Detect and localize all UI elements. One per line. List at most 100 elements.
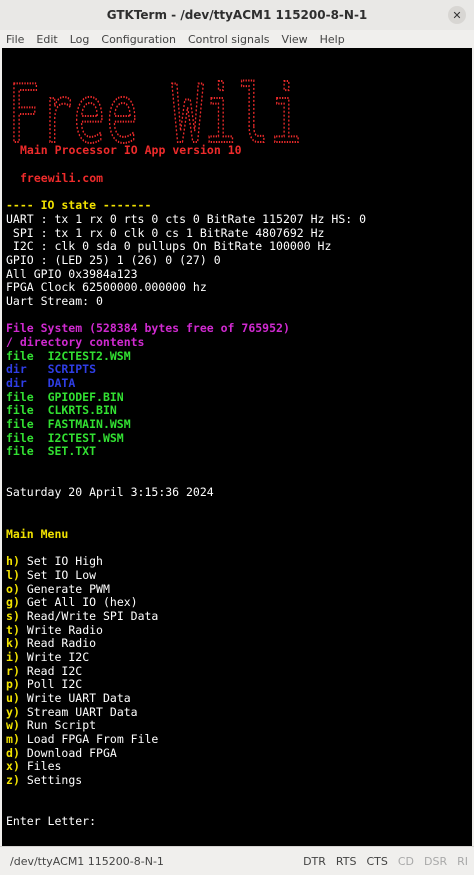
menu-label: Stream UART Data xyxy=(26,705,138,719)
menu-label: Read I2C xyxy=(26,664,83,678)
menu-label: Write UART Data xyxy=(26,691,131,705)
io-state-header: ---- IO state ------- xyxy=(6,198,152,212)
entry-kind: file xyxy=(6,444,34,458)
menu-key: u xyxy=(6,691,13,705)
title-bar[interactable]: GTKTerm - /dev/ttyACM1 115200-8-N-1 ✕ xyxy=(0,0,474,31)
prompt: Enter Letter: xyxy=(6,814,97,828)
menu-edit[interactable]: Edit xyxy=(30,33,63,46)
menu-label: Set IO Low xyxy=(26,568,97,582)
io-line-uart-stream: Uart Stream: 0 xyxy=(6,294,103,308)
fs-entry: dir SCRIPTS xyxy=(6,362,97,377)
status-bar: /dev/ttyACM1 115200-8-N-1 DTR RTS CTS CD… xyxy=(0,846,474,875)
fs-entry: file FASTMAIN.WSM xyxy=(6,417,131,432)
entry-name: FASTMAIN.WSM xyxy=(47,417,131,431)
signal-dtr: DTR xyxy=(303,854,326,868)
menu-key: t xyxy=(6,623,13,637)
menu-item: l) Set IO Low xyxy=(6,568,97,582)
io-line-fpga-clock: FPGA Clock 62500000.000000 hz xyxy=(6,280,207,294)
signal-ri: RI xyxy=(457,854,468,868)
menu-item: k) Read Radio xyxy=(6,636,97,650)
entry-name: I2CTEST.WSM xyxy=(47,431,124,445)
menu-key: s xyxy=(6,609,13,623)
menu-key: p xyxy=(6,677,13,691)
signal-dsr: DSR xyxy=(424,854,448,868)
menu-control-signals[interactable]: Control signals xyxy=(182,33,276,46)
menu-item: u) Write UART Data xyxy=(6,691,131,705)
datetime: Saturday 20 April 3:15:36 2024 xyxy=(6,485,214,499)
entry-name: SCRIPTS xyxy=(47,362,97,376)
menu-item: p) Poll I2C xyxy=(6,677,83,691)
menu-view[interactable]: View xyxy=(276,33,314,46)
fs-entry: file SET.TXT xyxy=(6,444,97,459)
menu-item: i) Write I2C xyxy=(6,650,90,664)
menu-file[interactable]: File xyxy=(0,33,30,46)
entry-name: DATA xyxy=(47,376,76,390)
menu-label: Run Script xyxy=(26,718,97,732)
io-line-i2c: I2C : clk 0 sda 0 pullups On BitRate 100… xyxy=(6,239,332,253)
fs-header: File System (528384 bytes free of 765952… xyxy=(6,321,290,335)
entry-kind: file xyxy=(6,417,34,431)
entry-name: I2CTEST2.WSM xyxy=(47,349,131,363)
menu-key: z xyxy=(6,773,13,787)
menu-label: Write I2C xyxy=(26,650,90,664)
fs-entry: dir DATA xyxy=(6,376,76,391)
menu-key: y xyxy=(6,705,13,719)
menu-label: Write Radio xyxy=(26,623,103,637)
entry-name: SET.TXT xyxy=(47,444,97,458)
entry-kind: dir xyxy=(6,376,27,390)
menu-label: Load FPGA From File xyxy=(26,732,159,746)
website: freewili.com xyxy=(20,171,104,185)
entry-kind: file xyxy=(6,349,34,363)
menu-key: w xyxy=(6,718,13,732)
menu-help[interactable]: Help xyxy=(314,33,351,46)
menu-label: Settings xyxy=(26,773,83,787)
menu-key: g xyxy=(6,595,13,609)
menu-key: r xyxy=(6,664,13,678)
port-status: /dev/ttyACM1 115200-8-N-1 xyxy=(10,854,164,868)
menu-item: m) Load FPGA From File xyxy=(6,732,159,746)
fs-entry: file CLKRTS.BIN xyxy=(6,403,117,418)
menu-configuration[interactable]: Configuration xyxy=(95,33,182,46)
menu-label: Read/Write SPI Data xyxy=(26,609,159,623)
menu-key: h xyxy=(6,554,13,568)
entry-kind: file xyxy=(6,390,34,404)
window-title: GTKTerm - /dev/ttyACM1 115200-8-N-1 xyxy=(106,8,368,22)
menu-key: m xyxy=(6,732,13,746)
menu-log[interactable]: Log xyxy=(64,33,96,46)
io-line-uart: UART : tx 1 rx 0 rts 0 cts 0 BitRate 115… xyxy=(6,212,367,226)
terminal-output[interactable]: Free Wili Main Processor IO App version … xyxy=(2,48,472,846)
menu-label: Generate PWM xyxy=(26,582,110,596)
menu-label: Get All IO (hex) xyxy=(26,595,138,609)
menu-key: i xyxy=(6,650,13,664)
menu-label: Set IO High xyxy=(26,554,103,568)
menu-item: g) Get All IO (hex) xyxy=(6,595,138,609)
menu-key: d xyxy=(6,746,13,760)
menu-item: x) Files xyxy=(6,759,62,773)
menu-key: k xyxy=(6,636,13,650)
menu-key: l xyxy=(6,568,13,582)
menu-item: s) Read/Write SPI Data xyxy=(6,609,159,623)
entry-kind: file xyxy=(6,431,34,445)
control-signals: DTR RTS CTS CD DSR RI xyxy=(303,855,468,868)
signal-cts: CTS xyxy=(366,854,388,868)
menu-label: Files xyxy=(26,759,62,773)
io-line-gpio: GPIO : (LED 25) 1 (26) 0 (27) 0 xyxy=(6,253,221,267)
entry-kind: file xyxy=(6,403,34,417)
menu-bar: File Edit Log Configuration Control sign… xyxy=(0,30,474,48)
menu-key: o xyxy=(6,582,13,596)
menu-label: Poll I2C xyxy=(26,677,83,691)
menu-key: x xyxy=(6,759,13,773)
signal-cd: CD xyxy=(397,854,414,868)
menu-item: h) Set IO High xyxy=(6,554,103,568)
entry-name: GPIODEF.BIN xyxy=(47,390,124,404)
menu-label: Read Radio xyxy=(26,636,97,650)
menu-label: Download FPGA xyxy=(26,746,117,760)
menu-item: z) Settings xyxy=(6,773,83,787)
main-menu-title: Main Menu xyxy=(6,527,69,541)
signal-rts: RTS xyxy=(335,854,357,868)
close-icon[interactable]: ✕ xyxy=(448,6,466,24)
entry-kind: dir xyxy=(6,362,27,376)
fs-subheader: / directory contents xyxy=(6,335,145,349)
entry-name: CLKRTS.BIN xyxy=(47,403,117,417)
app-version: Main Processor IO App version 10 xyxy=(20,143,242,157)
